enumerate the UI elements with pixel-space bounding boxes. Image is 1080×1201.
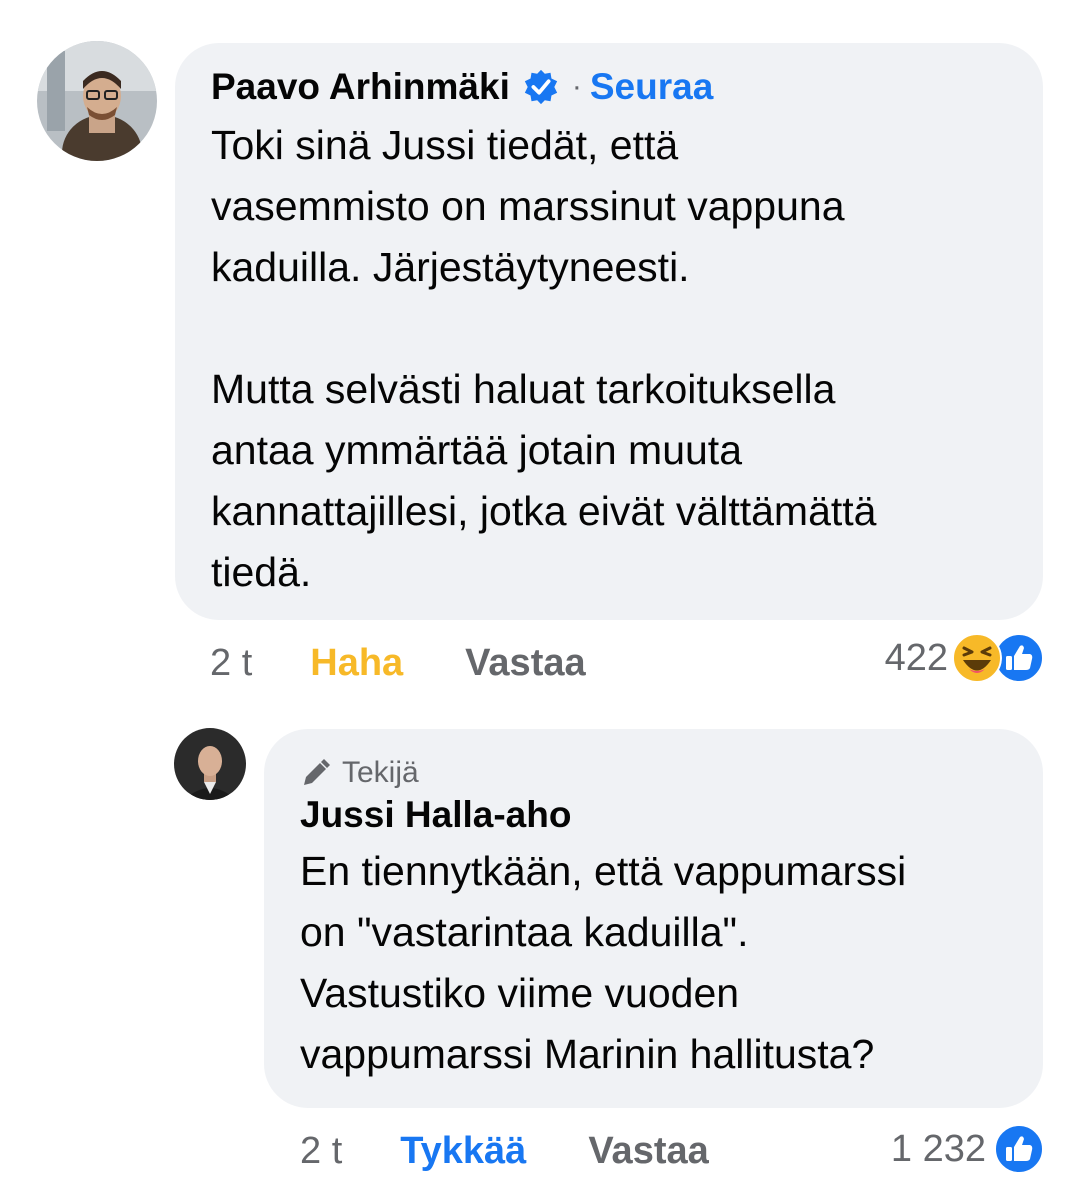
comment-bubble-paavo: Paavo Arhinmäki · Seuraa Toki sinä Jussi… — [175, 43, 1043, 620]
reaction-button[interactable]: Haha — [310, 642, 403, 685]
reaction-summary-jussi[interactable]: 1 232 — [891, 1124, 1044, 1174]
comment-time[interactable]: 2 t — [300, 1130, 342, 1173]
separator-dot: · — [571, 70, 582, 103]
avatar-paavo[interactable] — [37, 41, 157, 161]
author-name[interactable]: Jussi Halla-aho — [300, 793, 1007, 837]
comment-actions-jussi: 2 t Tykkää Vastaa — [300, 1130, 709, 1173]
comment-header: Paavo Arhinmäki · Seuraa — [211, 65, 1007, 109]
like-button[interactable]: Tykkää — [400, 1130, 526, 1173]
reaction-count: 422 — [884, 636, 948, 679]
author-tag: Tekijä — [300, 753, 1007, 793]
like-icon — [994, 1124, 1044, 1174]
comment-time[interactable]: 2 t — [210, 642, 252, 685]
reply-button[interactable]: Vastaa — [465, 642, 585, 685]
comment-actions-paavo: 2 t Haha Vastaa — [210, 642, 586, 685]
haha-emoji-icon — [952, 633, 1002, 683]
reaction-count: 1 232 — [890, 1127, 986, 1170]
pen-icon — [304, 759, 330, 785]
comment-bubble-jussi: Tekijä Jussi Halla-aho En tiennytkään, e… — [264, 729, 1043, 1108]
follow-button[interactable]: Seuraa — [590, 66, 713, 108]
author-name[interactable]: Paavo Arhinmäki — [211, 65, 510, 109]
reply-button[interactable]: Vastaa — [588, 1130, 708, 1173]
avatar-jussi[interactable] — [174, 728, 246, 800]
comment-text: Toki sinä Jussi tiedät, että vasemmisto … — [211, 122, 877, 595]
reaction-summary-paavo[interactable]: 422 — [885, 633, 1044, 683]
verified-badge-icon — [524, 69, 558, 105]
author-tag-label: Tekijä — [342, 756, 419, 789]
comment-text: En tiennytkään, että vappumarssi on "vas… — [300, 848, 907, 1077]
